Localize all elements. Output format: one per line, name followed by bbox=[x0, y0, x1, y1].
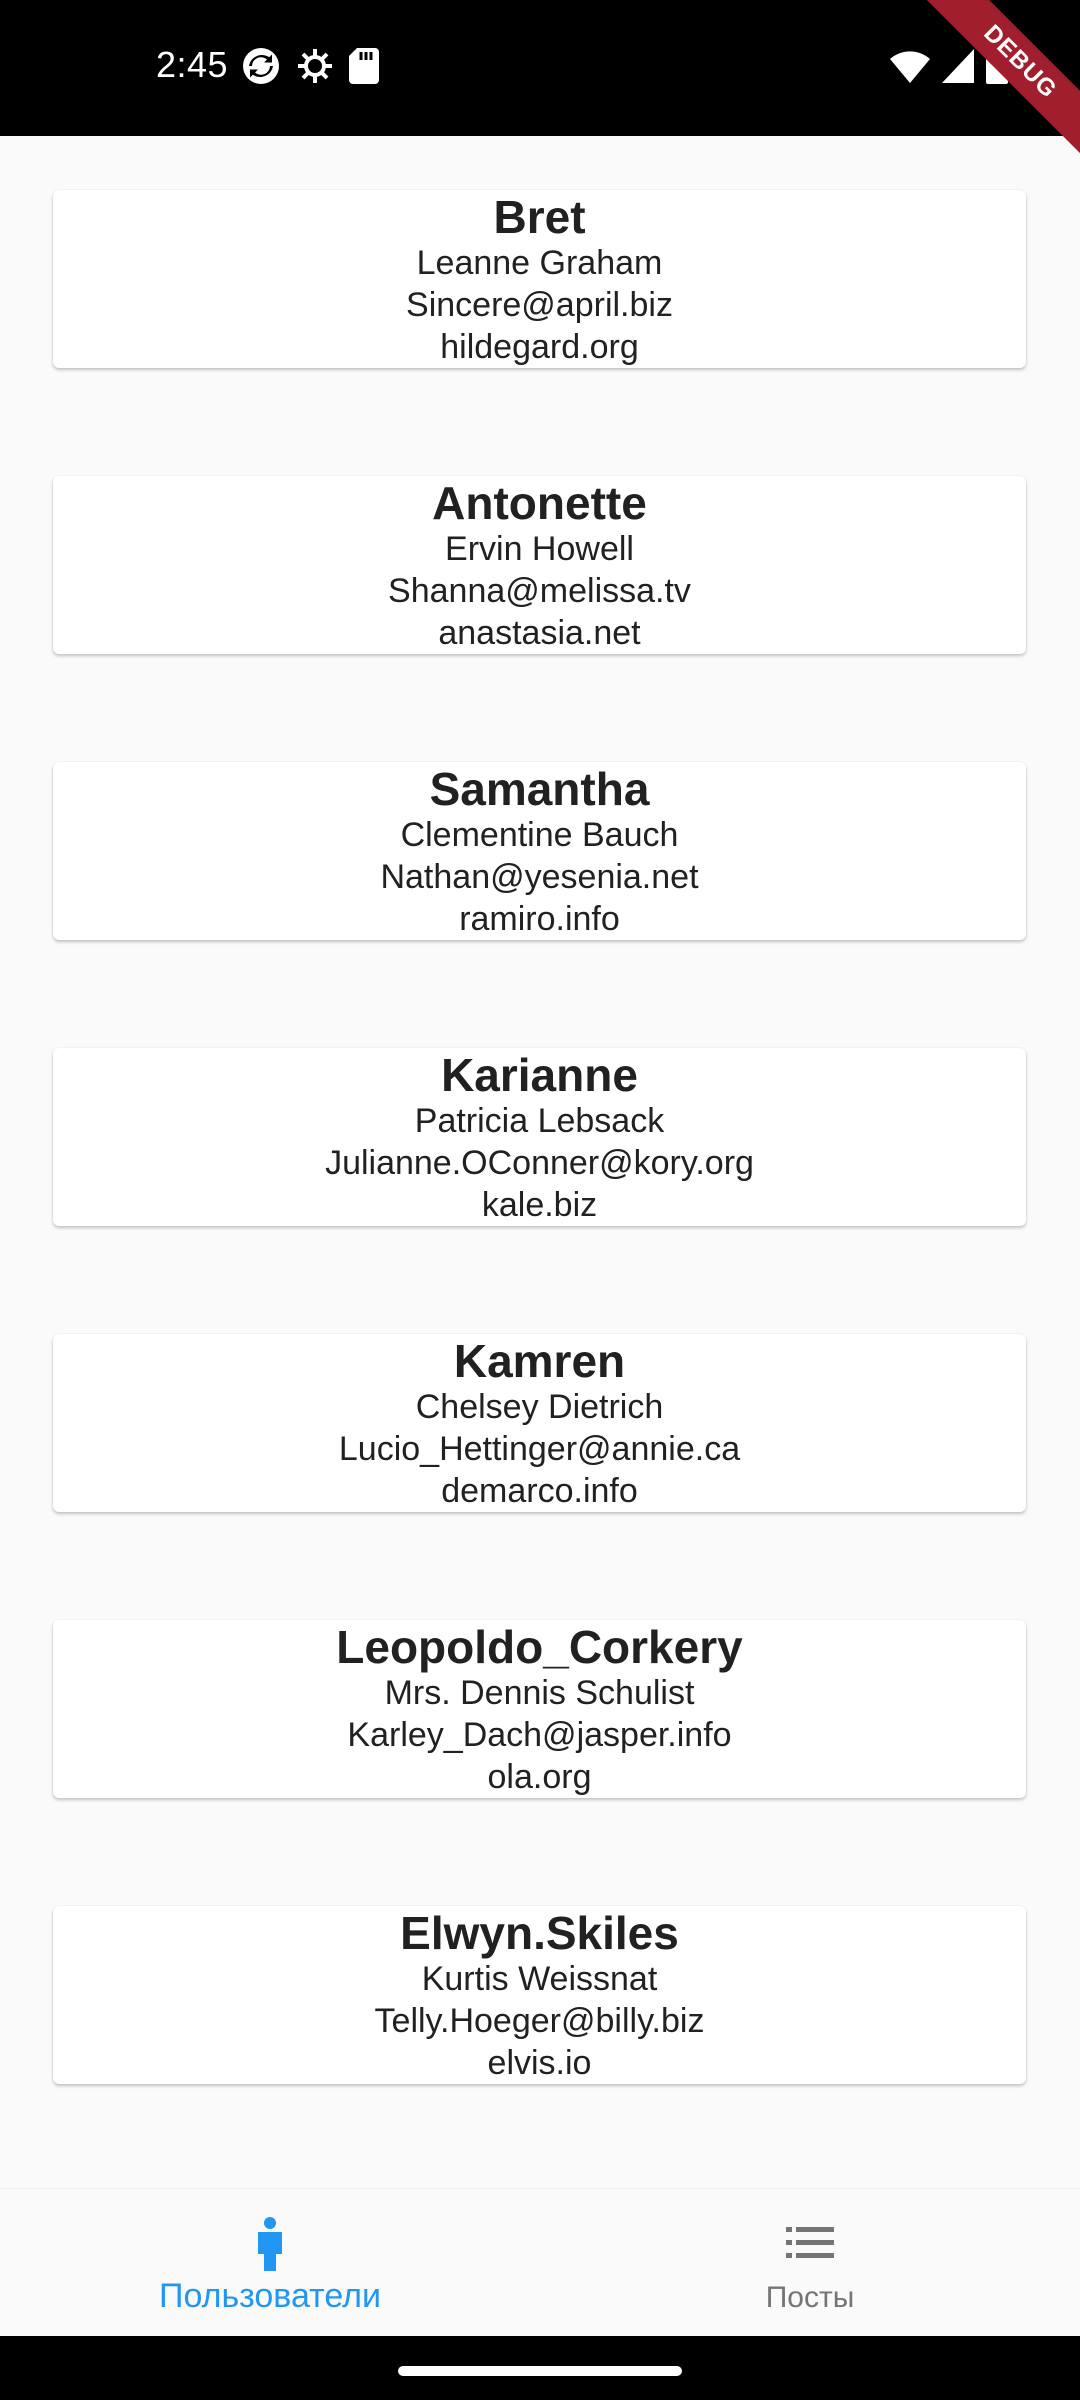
bottom-navigation: Пользователи Посты bbox=[0, 2188, 1080, 2336]
user-username: Antonette bbox=[432, 477, 647, 529]
status-time: 2:45 bbox=[156, 44, 229, 85]
user-website: anastasia.net bbox=[438, 614, 641, 652]
user-email: Shanna@melissa.tv bbox=[388, 572, 691, 610]
user-website: kale.biz bbox=[481, 1186, 598, 1224]
user-email: Nathan@yesenia.net bbox=[380, 858, 699, 896]
user-website: ramiro.info bbox=[459, 900, 620, 938]
user-name: Chelsey Dietrich bbox=[415, 1388, 664, 1426]
user-card[interactable]: Bret Leanne Graham Sincere@april.biz hil… bbox=[53, 190, 1026, 368]
user-email: Telly.Hoeger@billy.biz bbox=[374, 2002, 705, 2040]
signal-icon bbox=[942, 49, 974, 88]
user-name: Kurtis Weissnat bbox=[421, 1960, 658, 1998]
user-website: demarco.info bbox=[441, 1472, 638, 1510]
nav-label-users: Пользователи bbox=[159, 2277, 381, 2315]
nav-tab-users[interactable]: Пользователи bbox=[0, 2189, 540, 2337]
user-name: Mrs. Dennis Schulist bbox=[384, 1674, 695, 1712]
user-website: elvis.io bbox=[487, 2044, 592, 2082]
user-email: Lucio_Hettinger@annie.ca bbox=[338, 1430, 741, 1468]
status-right-icons bbox=[890, 48, 1008, 89]
user-website: ola.org bbox=[487, 1758, 592, 1796]
status-bar: 2:45 DEBUG bbox=[0, 0, 1080, 160]
status-left-icons bbox=[241, 46, 379, 91]
user-username: Karianne bbox=[441, 1049, 638, 1101]
user-username: Samantha bbox=[429, 763, 650, 815]
user-username: Elwyn.Skiles bbox=[400, 1907, 679, 1959]
wifi-icon bbox=[890, 49, 930, 88]
user-username: Kamren bbox=[453, 1335, 626, 1387]
user-name: Leanne Graham bbox=[416, 244, 663, 282]
user-card[interactable]: Karianne Patricia Lebsack Julianne.OConn… bbox=[53, 1048, 1026, 1226]
nav-label-posts: Посты bbox=[765, 2281, 855, 2314]
user-email: Julianne.OConner@kory.org bbox=[325, 1144, 754, 1182]
user-card[interactable]: Samantha Clementine Bauch Nathan@yesenia… bbox=[53, 762, 1026, 940]
battery-icon bbox=[986, 48, 1008, 89]
person-icon bbox=[256, 2217, 284, 2276]
user-name: Clementine Bauch bbox=[400, 816, 679, 854]
user-name: Ervin Howell bbox=[445, 530, 634, 568]
user-card[interactable]: Kamren Chelsey Dietrich Lucio_Hettinger@… bbox=[53, 1334, 1026, 1512]
nav-tab-posts[interactable]: Посты bbox=[540, 2189, 1080, 2337]
user-list[interactable]: Bret Leanne Graham Sincere@april.biz hil… bbox=[0, 136, 1080, 2188]
home-gesture-handle[interactable] bbox=[398, 2366, 682, 2376]
user-card[interactable]: Elwyn.Skiles Kurtis Weissnat Telly.Hoege… bbox=[53, 1906, 1026, 2084]
user-email: Karley_Dach@jasper.info bbox=[347, 1716, 732, 1754]
gesture-bar bbox=[0, 2336, 1080, 2400]
user-username: Leopoldo_Corkery bbox=[336, 1621, 743, 1673]
settings-icon bbox=[295, 46, 335, 91]
user-website: hildegard.org bbox=[440, 328, 639, 366]
list-icon bbox=[786, 2227, 834, 2264]
user-card[interactable]: Antonette Ervin Howell Shanna@melissa.tv… bbox=[53, 476, 1026, 654]
user-username: Bret bbox=[493, 191, 586, 243]
user-email: Sincere@april.biz bbox=[406, 286, 673, 324]
sync-icon bbox=[241, 46, 281, 91]
sd-card-icon bbox=[349, 48, 379, 89]
user-name: Patricia Lebsack bbox=[414, 1102, 665, 1140]
user-card[interactable]: Leopoldo_Corkery Mrs. Dennis Schulist Ka… bbox=[53, 1620, 1026, 1798]
